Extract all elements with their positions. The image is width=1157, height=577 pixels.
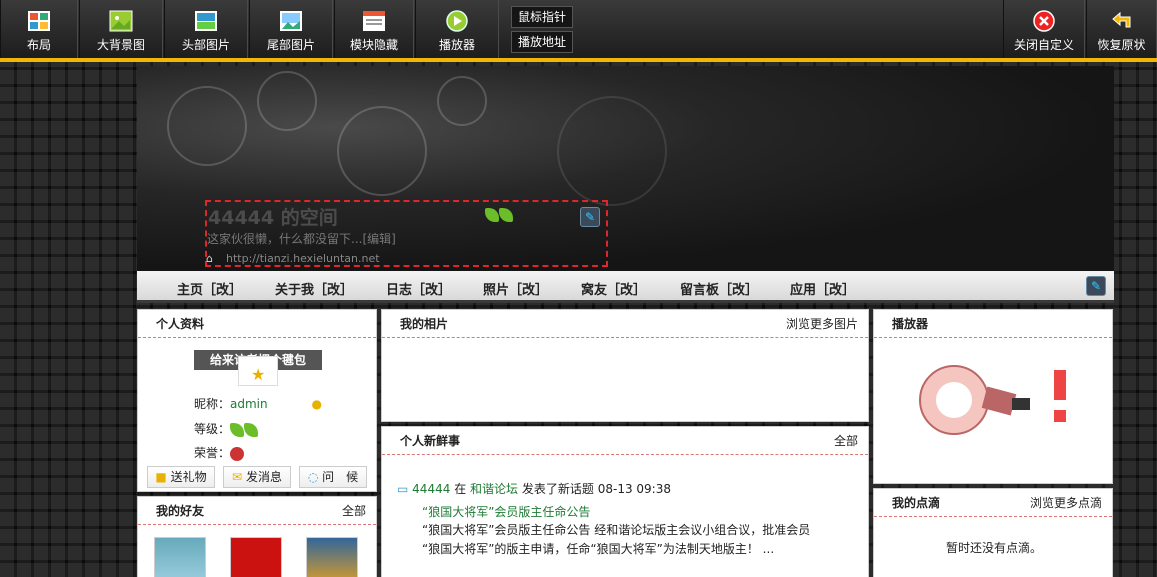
header-image-label: 头部图片	[181, 38, 230, 52]
pencil-icon: ✎	[584, 210, 596, 224]
player-button[interactable]: 播放器	[415, 0, 499, 58]
nav-photos[interactable]: 照片［改］	[483, 279, 548, 298]
bg-image-button[interactable]: 大背景图	[79, 0, 163, 58]
player-label: 播放器	[438, 38, 475, 52]
nav-friends[interactable]: 窝友［改］	[581, 279, 646, 298]
home-icon: ⌂	[206, 252, 213, 265]
friend-avatar[interactable]	[306, 537, 358, 577]
play-url-button[interactable]: 播放地址	[511, 31, 573, 53]
space-title: 44444 的空间	[208, 207, 338, 229]
mouse-pointer-button[interactable]: 鼠标指针	[511, 6, 573, 28]
footer-image-button[interactable]: 尾部图片	[249, 0, 333, 58]
comment-icon: ▭	[397, 482, 409, 496]
photos-title: 我的相片 浏览更多图片	[382, 310, 868, 338]
pencil-icon: ✎	[1090, 279, 1102, 293]
nav-home[interactable]: 主页［改］	[177, 279, 242, 298]
honor-icon	[230, 446, 245, 461]
avatar[interactable]: ★	[238, 356, 278, 386]
space-url[interactable]: http://tianzi.hexieluntan.net	[226, 252, 380, 265]
edit-header-button[interactable]: ✎	[580, 207, 600, 227]
restore-label: 恢复原状	[1097, 38, 1146, 52]
level-label: 等级：	[194, 422, 231, 436]
footer-image-icon	[280, 11, 302, 31]
custom-toolbar: 布局 大背景图 头部图片 尾部图片 模块隐藏 播放器 鼠标指针 播放地址 关闭自…	[0, 0, 1157, 62]
layout-button[interactable]: 布局	[0, 0, 78, 58]
nickname-value[interactable]: admin	[230, 397, 268, 411]
news-more-link[interactable]: 全部	[834, 427, 858, 455]
module-hide-button[interactable]: 模块隐藏	[334, 0, 414, 58]
news-title: 个人新鲜事 全部	[382, 427, 868, 455]
news-user[interactable]: 44444	[412, 482, 450, 496]
mail-icon: ✉	[232, 470, 243, 484]
player-panel: 播放器	[873, 309, 1113, 484]
nickname-label: 昵称：	[194, 397, 231, 411]
photos-more-link[interactable]: 浏览更多图片	[786, 310, 858, 338]
main-nav: 主页［改］ 关于我［改］ 日志［改］ 照片［改］ 窝友［改］ 留言板［改］ 应用…	[137, 271, 1114, 303]
dots-empty-text: 暂时还没有点滴。	[945, 541, 1042, 555]
player-title: 播放器	[874, 310, 1112, 338]
friends-panel: 我的好友 全部	[137, 496, 377, 577]
bulb-icon: ●	[311, 397, 322, 411]
gift-icon: ■	[155, 470, 167, 484]
dots-more-link[interactable]: 浏览更多点滴	[1030, 489, 1102, 517]
news-excerpt-line1: “狼国大将军”会员版主任命公告 经和谐论坛版主会议小组合议，批准会员	[422, 523, 811, 537]
module-hide-label: 模块隐藏	[349, 38, 398, 52]
dots-title: 我的点滴 浏览更多点滴	[874, 489, 1112, 517]
window-icon	[363, 11, 385, 31]
header-image-icon	[195, 11, 217, 31]
friends-more-link[interactable]: 全部	[342, 497, 366, 525]
play-icon	[446, 10, 468, 32]
greet-button[interactable]: ◌ 问 候	[299, 466, 367, 488]
nav-about[interactable]: 关于我［改］	[275, 279, 353, 298]
nickname-row: 昵称：admin ●	[194, 395, 322, 412]
header-image-button[interactable]: 头部图片	[164, 0, 248, 58]
send-gift-button[interactable]: ■ 送礼物	[147, 466, 215, 488]
layout-label: 布局	[26, 38, 51, 52]
undo-icon	[1111, 11, 1130, 28]
level-row: 等级：	[194, 420, 259, 437]
close-custom-button[interactable]: 关闭自定义	[1003, 0, 1085, 58]
nav-apps[interactable]: 应用［改］	[790, 279, 855, 298]
news-excerpt-line2: “狼国大将军”的版主申请，任命“狼国大将军”为法制天地版主！ ...	[422, 542, 775, 556]
edit-nav-button[interactable]: ✎	[1086, 276, 1106, 296]
bg-image-label: 大背景图	[96, 38, 145, 52]
honor-row: 荣誉：	[194, 444, 245, 461]
photos-panel: 我的相片 浏览更多图片	[381, 309, 869, 422]
news-topic-link[interactable]: “狼国大将军”会员版主任命公告	[422, 503, 590, 520]
friend-avatar[interactable]	[230, 537, 282, 577]
friends-title: 我的好友 全部	[138, 497, 376, 525]
close-icon	[1033, 10, 1055, 32]
friend-avatar[interactable]	[154, 537, 206, 577]
send-message-button[interactable]: ✉ 发消息	[223, 466, 291, 488]
chat-icon: ◌	[307, 470, 319, 484]
close-custom-label: 关闭自定义	[1013, 38, 1074, 52]
news-item: ▭ 44444 在 和谐论坛 发表了新话题 08-13 09:38	[397, 482, 671, 496]
dots-panel: 我的点滴 浏览更多点滴 暂时还没有点滴。	[873, 488, 1113, 577]
honor-label: 荣誉：	[194, 446, 231, 460]
news-time: 08-13 09:38	[597, 482, 671, 496]
nav-guestbook[interactable]: 留言板［改］	[680, 279, 758, 298]
footer-image-label: 尾部图片	[266, 38, 315, 52]
medal-icon: ★	[251, 365, 266, 384]
bg-image-icon	[109, 10, 133, 32]
layout-icon	[28, 11, 50, 31]
space-subtitle[interactable]: 这家伙很懒，什么都没留下...[编辑]	[207, 230, 396, 247]
news-forum[interactable]: 和谐论坛	[470, 482, 518, 496]
profile-title: 个人资料	[138, 310, 376, 338]
profile-panel: 个人资料 给来访者埋个毽包 ★ 昵称：admin ● 等级： 荣誉： ■ 送礼物…	[137, 309, 377, 492]
news-panel: 个人新鲜事 全部 ▭ 44444 在 和谐论坛 发表了新话题 08-13 09:3…	[381, 426, 869, 577]
nav-blog[interactable]: 日志［改］	[386, 279, 451, 298]
bulb-player-icon[interactable]	[914, 360, 1074, 450]
level-leaf-icon	[485, 207, 513, 222]
restore-button[interactable]: 恢复原状	[1086, 0, 1157, 58]
